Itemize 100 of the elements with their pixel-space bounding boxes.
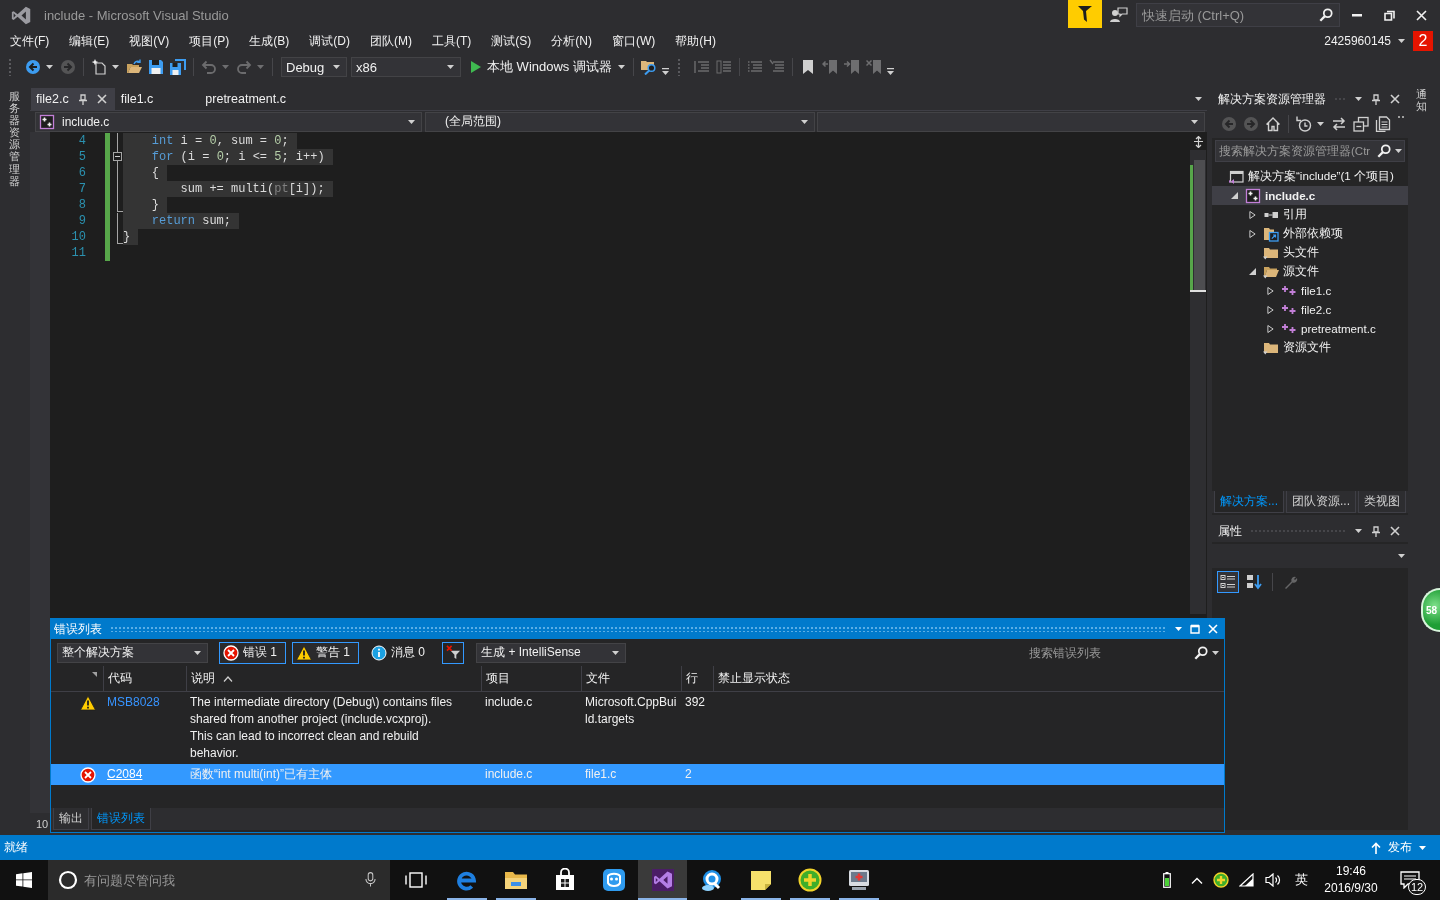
back-icon[interactable] <box>25 59 41 75</box>
tree-item[interactable]: 头文件 <box>1212 243 1408 262</box>
menu-item[interactable]: 生成(B) <box>239 31 300 51</box>
warning-filter-button[interactable]: 警告 1 <box>292 641 360 664</box>
column-header[interactable]: 项目 <box>481 666 581 691</box>
caret-icon[interactable] <box>1355 529 1362 533</box>
speaker-icon[interactable] <box>1265 873 1281 887</box>
caret-icon[interactable] <box>1395 149 1402 153</box>
quick-launch-field[interactable]: 快速启动 (Ctrl+Q) <box>1136 3 1340 27</box>
save-icon[interactable] <box>148 59 164 75</box>
search-field[interactable]: 搜索解决方案资源管理器(Ctr <box>1215 140 1405 162</box>
open-folder-icon[interactable] <box>126 59 142 75</box>
caret-icon[interactable] <box>112 65 119 69</box>
server-explorer-tab[interactable]: 服务器资源管理器 <box>9 90 20 187</box>
caret-icon[interactable] <box>1398 39 1405 43</box>
close-icon[interactable] <box>96 94 107 104</box>
document-tab[interactable]: file1.c <box>115 88 200 110</box>
category-list-icon[interactable] <box>1217 571 1239 593</box>
clock-time[interactable]: 19:46 <box>1336 863 1366 880</box>
configuration-dropdown[interactable]: Debug <box>281 57 347 77</box>
run-button[interactable]: 本地 Windows 调试器 <box>467 58 629 76</box>
search-icon[interactable] <box>1377 144 1391 158</box>
panel-tab[interactable]: 输出 <box>53 808 89 830</box>
vertical-scrollbar[interactable] <box>1190 150 1206 614</box>
scope-dropdown[interactable]: 整个解决方案 <box>57 642 208 663</box>
filter-toggle-button[interactable] <box>442 641 465 664</box>
tree-item[interactable]: pretreatment.c <box>1212 319 1408 338</box>
column-header[interactable]: 文件 <box>581 666 681 691</box>
split-handle-icon[interactable] <box>1192 136 1204 148</box>
column-header[interactable]: 行 <box>681 666 713 691</box>
tree-item[interactable]: include.c <box>1212 186 1408 205</box>
expand-arrow-icon[interactable] <box>1266 304 1274 315</box>
column-header[interactable]: 代码 <box>103 666 186 691</box>
new-project-icon[interactable] <box>91 59 107 75</box>
chevron-up-icon[interactable] <box>1191 876 1203 884</box>
menu-item[interactable]: 分析(N) <box>541 31 602 51</box>
expand-arrow-icon[interactable] <box>1266 285 1274 296</box>
show-all-files-icon[interactable] <box>1375 116 1391 132</box>
caret-icon[interactable] <box>1317 122 1324 126</box>
sync-icon[interactable] <box>1331 116 1347 132</box>
menu-item[interactable]: 编辑(E) <box>59 31 120 51</box>
save-all-icon[interactable] <box>170 59 186 75</box>
message-filter-button[interactable]: 消息 0 <box>367 641 435 664</box>
grip-icon[interactable] <box>8 58 12 76</box>
error-filter-button[interactable]: 错误 1 <box>219 641 286 664</box>
caret-icon[interactable] <box>1195 97 1202 101</box>
menu-item[interactable]: 团队(M) <box>360 31 422 51</box>
folder-search-icon[interactable] <box>640 59 657 75</box>
panel-tab[interactable]: 团队资源... <box>1286 491 1357 513</box>
menu-item[interactable]: 项目(P) <box>179 31 240 51</box>
tree-item[interactable]: 引用 <box>1212 205 1408 224</box>
column-header[interactable]: 禁止显示状态 <box>713 666 840 691</box>
person-chat-icon[interactable] <box>1110 7 1128 23</box>
menu-item[interactable]: 工具(T) <box>422 31 482 51</box>
notifications-tab[interactable]: 通知 <box>1416 88 1427 113</box>
flag-icon[interactable] <box>1068 0 1102 28</box>
search-field[interactable]: 搜索错误列表 <box>1025 641 1222 664</box>
maximize-icon[interactable] <box>1190 624 1200 634</box>
plus-circle-icon[interactable] <box>1213 872 1229 888</box>
search-icon[interactable] <box>1194 645 1208 660</box>
collapse-all-icon[interactable] <box>1353 116 1369 132</box>
close-icon[interactable] <box>1390 94 1400 104</box>
more-icon[interactable] <box>1398 116 1404 119</box>
caret-icon[interactable] <box>1175 627 1182 631</box>
search-field[interactable]: 有问题尽管问我 <box>48 860 390 900</box>
panel-tab[interactable]: 类视图 <box>1358 491 1407 513</box>
menu-item[interactable]: 视图(V) <box>119 31 180 51</box>
microphone-icon[interactable] <box>365 872 376 887</box>
clock-date[interactable]: 2016/9/30 <box>1324 880 1378 897</box>
tree-item[interactable]: file2.c <box>1212 300 1408 319</box>
pin-icon[interactable] <box>78 93 87 105</box>
column-header[interactable]: 说明 <box>186 666 481 691</box>
taskbar-button[interactable] <box>638 860 687 900</box>
collapse-arrow-icon[interactable] <box>1248 268 1256 275</box>
toolbar-overflow-icon[interactable] <box>661 67 669 75</box>
publish-button[interactable]: 发布 <box>1371 839 1426 856</box>
error-code-link[interactable]: MSB8028 <box>107 695 160 709</box>
caret-icon[interactable] <box>1212 650 1219 655</box>
menu-item[interactable]: 测试(S) <box>481 31 542 51</box>
zoom-level[interactable]: 10 <box>36 818 49 830</box>
home-icon[interactable] <box>1265 116 1281 132</box>
document-tab[interactable]: pretreatment.c <box>200 88 332 110</box>
source-dropdown[interactable]: 生成 + IntelliSense <box>476 642 627 663</box>
expand-arrow-icon[interactable] <box>1248 228 1256 239</box>
pin-icon[interactable] <box>1372 525 1380 537</box>
account-name[interactable]: 2425960145 <box>1324 34 1391 48</box>
battery-icon[interactable] <box>1163 872 1171 888</box>
caret-icon[interactable] <box>46 65 53 69</box>
tree-item[interactable]: 资源文件 <box>1212 338 1408 357</box>
tree-item[interactable]: 源文件 <box>1212 262 1408 281</box>
menu-item[interactable]: 文件(F) <box>0 31 60 51</box>
account-badge[interactable]: 2 <box>1413 31 1433 51</box>
platform-dropdown[interactable]: x86 <box>351 57 461 77</box>
toolbar-overflow-icon[interactable] <box>886 67 894 75</box>
corner-triangle-icon[interactable] <box>92 672 97 677</box>
tree-item[interactable]: file1.c <box>1212 281 1408 300</box>
menu-item[interactable]: 窗口(W) <box>602 31 666 51</box>
tree-item[interactable]: 解决方案“include”(1 个项目) <box>1212 167 1408 186</box>
tree-item[interactable]: 外部依赖项 <box>1212 224 1408 243</box>
caret-icon[interactable] <box>1355 97 1362 101</box>
